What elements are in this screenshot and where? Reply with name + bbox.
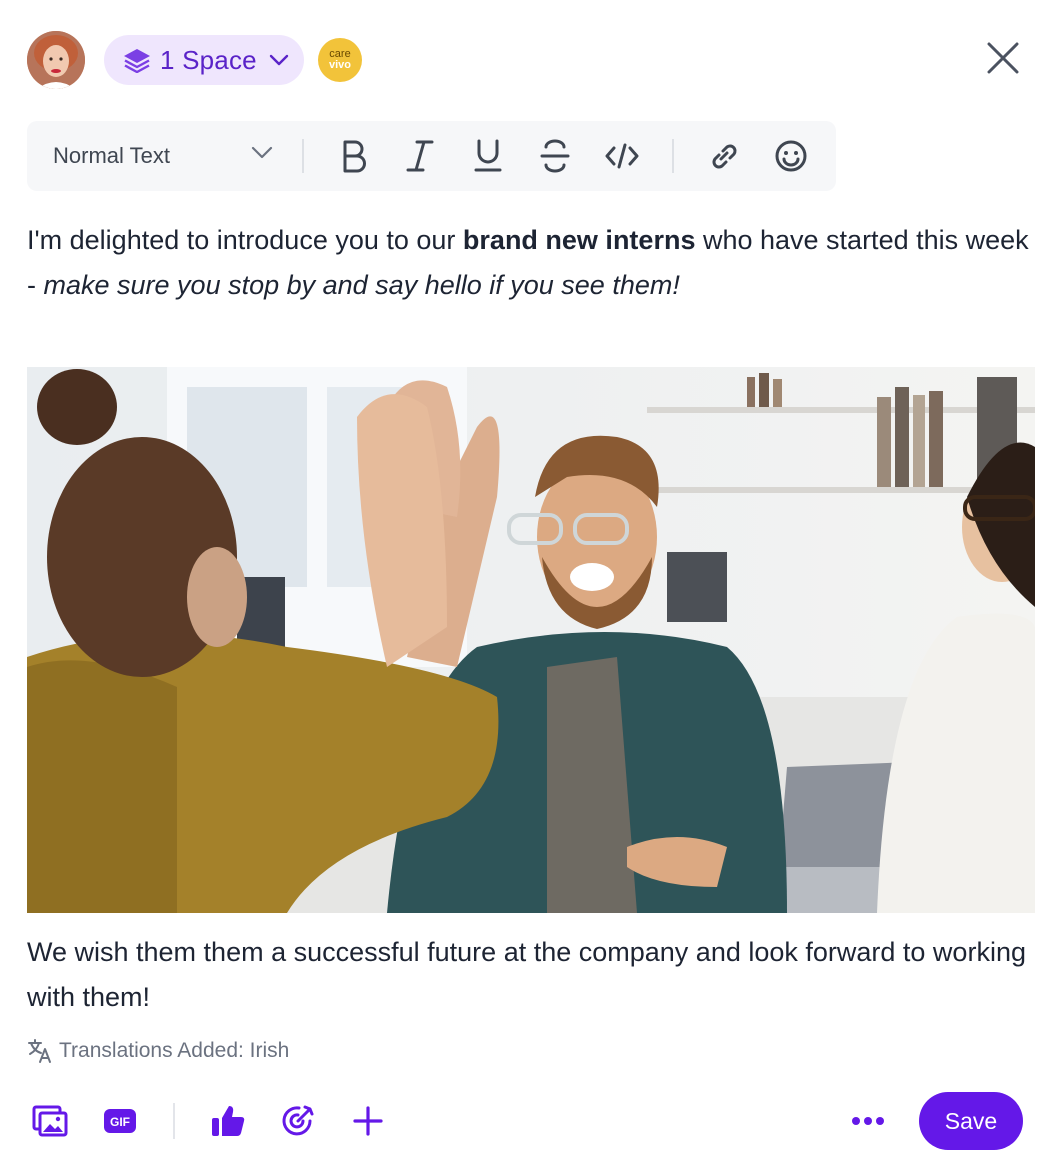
goal-target-icon [282,1105,314,1136]
para1-italic-text: make sure you stop by and say hello if y… [43,270,680,300]
like-button[interactable] [206,1099,250,1143]
emoji-icon [775,140,807,172]
layers-icon [124,49,150,73]
avatar[interactable] [27,31,85,89]
italic-icon [406,140,434,172]
strikethrough-button[interactable] [535,136,575,176]
post-paragraph-1[interactable]: I'm delighted to introduce you to our br… [27,218,1037,308]
more-dots-icon [852,1117,884,1125]
chevron-down-icon [269,54,289,66]
para1-text-start: I'm delighted to introduce you to our [27,225,463,255]
space-label: 1 Space [160,44,257,75]
para1-bold-text: brand new interns [462,225,696,255]
post-paragraph-2[interactable]: We wish them them a successful future at… [27,930,1037,1020]
toolbar-divider [302,139,304,173]
close-icon [987,42,1019,74]
italic-button[interactable] [400,136,440,176]
underline-button[interactable] [468,136,508,176]
action-divider [173,1103,175,1139]
translations-label: Translations Added: Irish [59,1039,290,1062]
gif-icon: GIF [104,1109,136,1133]
code-icon [605,143,639,169]
brand-logo: care vivo [318,38,362,82]
save-button[interactable]: Save [919,1092,1023,1150]
translations-status[interactable]: Translations Added: Irish [27,1036,289,1066]
post-image[interactable] [27,367,1035,913]
add-reaction-button[interactable] [276,1099,320,1143]
formatting-toolbar: Normal Text [27,121,836,191]
media-gallery-icon [32,1105,68,1137]
add-gif-button[interactable]: GIF [98,1099,142,1143]
code-button[interactable] [602,136,642,176]
link-button[interactable] [704,136,744,176]
svg-text:GIF: GIF [110,1115,130,1129]
office-high-five-photo [27,367,1035,913]
underline-icon [474,139,502,172]
bold-icon [343,140,366,173]
translate-icon [28,1039,51,1063]
toolbar-divider [672,139,674,173]
plus-icon [353,1106,383,1136]
avatar-image [27,31,85,89]
brand-logo-text-2: vivo [328,59,351,71]
link-icon [712,144,737,169]
strikethrough-icon [540,139,570,173]
text-style-value: Normal Text [53,143,170,168]
bold-button[interactable] [334,136,374,176]
add-media-button[interactable] [28,1099,72,1143]
space-selector[interactable]: 1 Space [104,35,304,85]
text-style-select[interactable]: Normal Text [27,121,297,191]
more-options-button[interactable] [846,1099,890,1143]
add-more-button[interactable] [346,1099,390,1143]
chevron-down-icon [251,146,273,159]
close-button[interactable] [985,40,1021,76]
emoji-button[interactable] [771,136,811,176]
thumbs-up-icon [212,1106,245,1136]
